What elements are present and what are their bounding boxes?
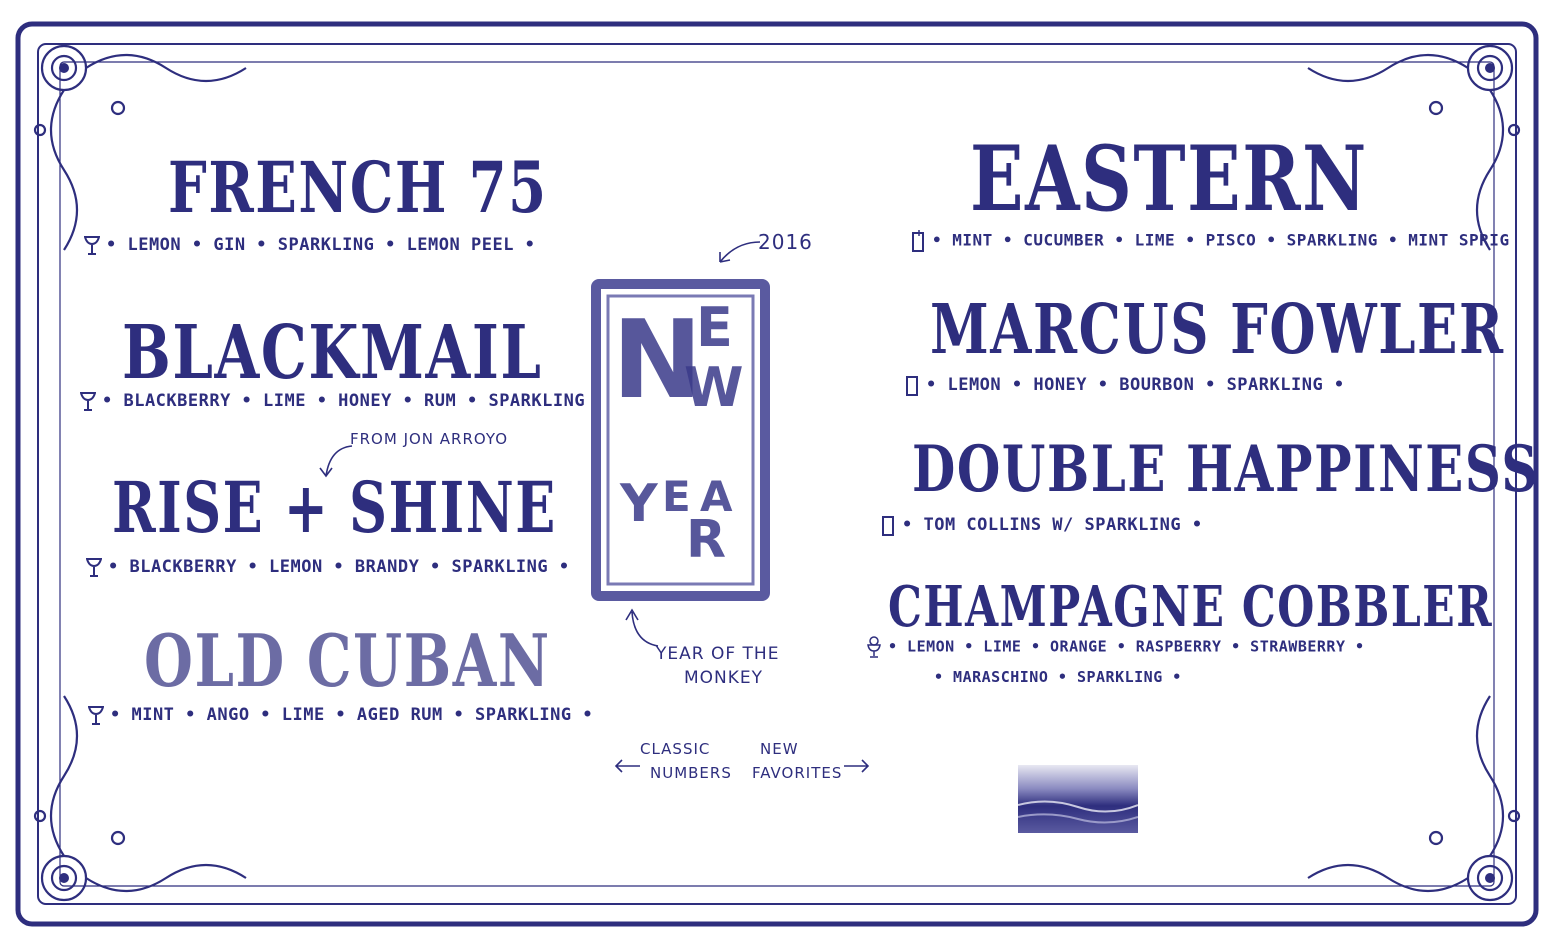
collins-glass-icon xyxy=(882,516,894,536)
ingredients-text: • LEMON • GIN • SPARKLING • LEMON PEEL • xyxy=(106,235,536,255)
ingredients-text: • LEMON • LIME • ORANGE • RASPBERRY • ST… xyxy=(888,637,1365,656)
sign-letter: Y xyxy=(620,474,658,534)
ingredients-blackmail: • BLACKBERRY • LIME • HONEY • RUM • SPAR… xyxy=(80,390,585,412)
cobbler-glass-icon xyxy=(867,636,881,658)
ingredients-text: • BLACKBERRY • LIME • HONEY • RUM • SPAR… xyxy=(102,391,586,411)
ingredients-double-happiness: • TOM COLLINS W/ SPARKLING • xyxy=(880,514,1203,536)
drink-title-blackmail: BLACKMAIL xyxy=(122,310,543,396)
sign-letter: W xyxy=(684,356,744,419)
drink-title-champagne-cobbler: CHAMPAGNE COBBLER xyxy=(888,574,1494,640)
ingredients-champagne-cobbler: • LEMON • LIME • ORANGE • RASPBERRY • ST… xyxy=(866,636,1365,658)
coupe-glass-icon xyxy=(84,236,100,255)
coupe-glass-icon xyxy=(86,558,102,577)
year-label: 2016 xyxy=(758,230,813,254)
ingredients-old-cuban: • MINT • ANGO • LIME • AGED RUM • SPARKL… xyxy=(88,704,593,726)
classic-label-2: NUMBERS xyxy=(650,764,732,782)
caption-line-2: MONKEY xyxy=(684,668,764,688)
left-arrow-icon xyxy=(614,759,640,773)
ingredients-text: • BLACKBERRY • LEMON • BRANDY • SPARKLIN… xyxy=(108,557,570,577)
arrow-icon xyxy=(719,241,761,263)
drink-title-rise-shine: RISE + SHINE xyxy=(112,466,557,549)
drink-title-double-happiness: DOUBLE HAPPINESS xyxy=(912,432,1539,507)
credit-note: FROM JON ARROYO xyxy=(350,430,509,448)
ingredients-champagne-cobbler-2: • MARASCHINO • SPARKLING • xyxy=(934,668,1182,686)
ingredients-rise-shine: • BLACKBERRY • LEMON • BRANDY • SPARKLIN… xyxy=(86,556,570,578)
classic-label-1: CLASSIC xyxy=(640,740,711,758)
sign-letter: E xyxy=(696,296,733,359)
ingredients-text: • LEMON • HONEY • BOURBON • SPARKLING • xyxy=(926,375,1345,395)
coupe-glass-icon xyxy=(88,706,104,725)
collins-glass-icon xyxy=(906,376,918,396)
drink-title-eastern: EASTERN xyxy=(970,126,1368,232)
drink-title-marcus-fowler: MARCUS FOWLER xyxy=(930,290,1505,370)
seascape-photo xyxy=(1018,765,1138,833)
caption-line-1: YEAR OF THE xyxy=(656,644,780,664)
ingredients-marcus-fowler: • LEMON • HONEY • BOURBON • SPARKLING • xyxy=(904,374,1345,396)
ingredients-french-75: • LEMON • GIN • SPARKLING • LEMON PEEL • xyxy=(84,234,535,256)
sign-letter: R xyxy=(686,510,727,570)
collins-glass-icon xyxy=(912,230,924,252)
right-arrow-icon xyxy=(844,759,870,773)
ingredients-text: • MINT • ANGO • LIME • AGED RUM • SPARKL… xyxy=(110,705,594,725)
ingredients-text: • MINT • CUCUMBER • LIME • PISCO • SPARK… xyxy=(932,230,1510,250)
ingredients-eastern: • MINT • CUCUMBER • LIME • PISCO • SPARK… xyxy=(910,230,1510,252)
new-year-sign: N E W Y E A R xyxy=(588,276,773,604)
drink-title-french-75: FRENCH 75 xyxy=(168,146,548,229)
coupe-glass-icon xyxy=(80,392,96,411)
new-label-1: NEW xyxy=(760,740,799,758)
drink-title-old-cuban: OLD CUBAN xyxy=(144,618,551,703)
ingredients-text: • TOM COLLINS W/ SPARKLING • xyxy=(902,515,1203,535)
new-label-2: FAVORITES xyxy=(752,764,843,782)
